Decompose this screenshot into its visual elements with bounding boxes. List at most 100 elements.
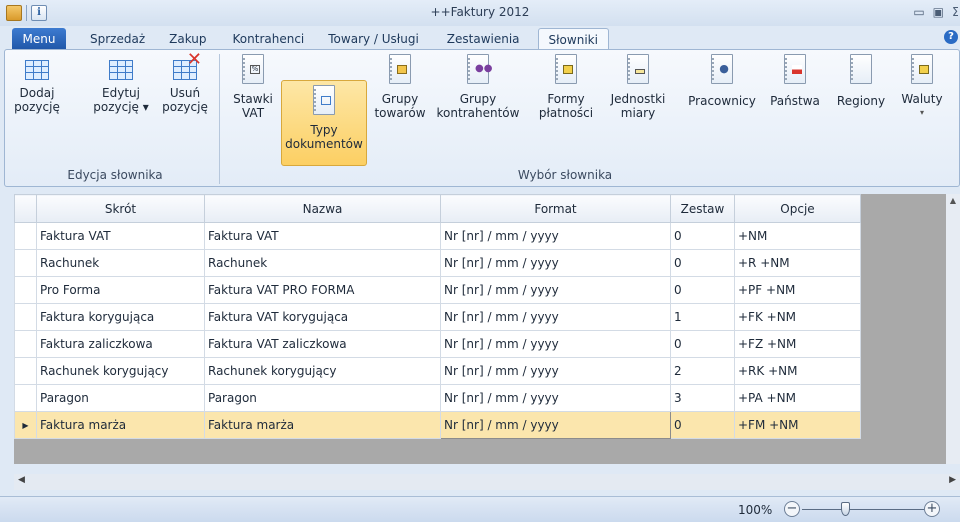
cell-zestaw[interactable]: 0	[670, 222, 735, 250]
tab-zestawienia[interactable]: Zestawienia	[437, 28, 530, 50]
cell-format[interactable]: Nr [nr] / mm / yyyy	[440, 276, 671, 304]
cell-zestaw[interactable]: 0	[670, 249, 735, 277]
cell-nazwa[interactable]: Faktura marża	[204, 411, 441, 439]
cell-opcje[interactable]: +FZ +NM	[734, 330, 861, 358]
menu-button[interactable]: Menu	[12, 28, 66, 50]
row-indicator[interactable]	[14, 384, 37, 412]
cell-format-current[interactable]: Nr [nr] / mm / yyyy	[440, 411, 671, 439]
currencies-dropdown-icon[interactable]: ▾	[897, 106, 947, 120]
cell-zestaw[interactable]: 2	[670, 357, 735, 385]
column-header-nazwa[interactable]: Nazwa	[204, 194, 441, 223]
table-row[interactable]: Faktura zaliczkowa Faktura VAT zaliczkow…	[14, 330, 861, 358]
cell-skrot[interactable]: Paragon	[36, 384, 205, 412]
cell-format[interactable]: Nr [nr] / mm / yyyy	[440, 357, 671, 385]
currencies-button[interactable]: Waluty ▾	[897, 54, 947, 120]
restore-icon[interactable]: ▣	[933, 5, 944, 19]
cell-format[interactable]: Nr [nr] / mm / yyyy	[440, 303, 671, 331]
product-groups-button[interactable]: Grupy towarów	[371, 54, 429, 120]
tab-sprzedaz[interactable]: Sprzedaż	[80, 28, 155, 50]
cell-zestaw[interactable]: 3	[670, 384, 735, 412]
column-header-format[interactable]: Format	[440, 194, 671, 223]
cell-skrot[interactable]: Rachunek korygujący	[36, 357, 205, 385]
vat-rates-button[interactable]: % Stawki VAT	[227, 54, 279, 120]
choose-group-label: Wybór słownika	[517, 168, 613, 182]
cell-nazwa[interactable]: Rachunek	[204, 249, 441, 277]
vertical-scrollbar[interactable]: ▲	[946, 194, 960, 464]
cell-zestaw[interactable]: 1	[670, 303, 735, 331]
cell-skrot[interactable]: Faktura VAT	[36, 222, 205, 250]
row-indicator[interactable]	[14, 330, 37, 358]
help-icon[interactable]: ?	[944, 30, 958, 44]
employees-icon: ●	[711, 54, 733, 84]
regions-button[interactable]: Regiony	[835, 54, 887, 108]
column-header-zestaw[interactable]: Zestaw	[670, 194, 735, 223]
cell-format[interactable]: Nr [nr] / mm / yyyy	[440, 384, 671, 412]
column-header-opcje[interactable]: Opcje	[734, 194, 861, 223]
table-row[interactable]: Rachunek Rachunek Nr [nr] / mm / yyyy 0 …	[14, 249, 861, 277]
cell-nazwa[interactable]: Faktura VAT korygująca	[204, 303, 441, 331]
employees-button[interactable]: ● Pracownicy	[685, 54, 759, 108]
cell-skrot[interactable]: Faktura zaliczkowa	[36, 330, 205, 358]
ribbon-tabs: Menu Sprzedaż Zakup Kontrahenci Towary /…	[0, 26, 960, 50]
cell-opcje[interactable]: +NM	[734, 222, 861, 250]
tab-slowniki[interactable]: Słowniki	[537, 28, 609, 50]
cell-nazwa[interactable]: Paragon	[204, 384, 441, 412]
row-indicator[interactable]	[14, 222, 37, 250]
table-row[interactable]: Faktura korygująca Faktura VAT korygując…	[14, 303, 861, 331]
cell-nazwa[interactable]: Faktura VAT PRO FORMA	[204, 276, 441, 304]
cell-nazwa[interactable]: Rachunek korygujący	[204, 357, 441, 385]
add-item-button[interactable]: Dodaj pozycję	[11, 54, 63, 114]
cell-zestaw[interactable]: 0	[670, 411, 735, 439]
delete-item-button[interactable]: ✕ Usuń pozycję	[159, 51, 211, 115]
cell-format[interactable]: Nr [nr] / mm / yyyy	[440, 249, 671, 277]
zoom-slider-thumb[interactable]	[841, 502, 850, 516]
cell-format[interactable]: Nr [nr] / mm / yyyy	[440, 330, 671, 358]
scroll-right-icon[interactable]: ▶	[949, 475, 956, 485]
units-button[interactable]: Jednostki miary	[605, 54, 671, 120]
contractor-groups-button[interactable]: ●● Grupy kontrahentów	[435, 54, 521, 120]
table-row[interactable]: Rachunek korygujący Rachunek korygujący …	[14, 357, 861, 385]
zoom-out-button[interactable]: −	[784, 501, 800, 517]
document-types-label-1: Typy	[310, 123, 338, 137]
row-indicator[interactable]	[14, 249, 37, 277]
cell-skrot[interactable]: Faktura korygująca	[36, 303, 205, 331]
tab-zakup[interactable]: Zakup	[159, 28, 216, 50]
cell-opcje[interactable]: +PA +NM	[734, 384, 861, 412]
cell-skrot[interactable]: Rachunek	[36, 249, 205, 277]
scroll-up-icon[interactable]: ▲	[946, 194, 960, 208]
table-row[interactable]: Pro Forma Faktura VAT PRO FORMA Nr [nr] …	[14, 276, 861, 304]
cell-nazwa[interactable]: Faktura VAT	[204, 222, 441, 250]
cell-zestaw[interactable]: 0	[670, 276, 735, 304]
scroll-left-icon[interactable]: ◀	[18, 475, 25, 485]
row-indicator[interactable]	[14, 303, 37, 331]
row-indicator[interactable]	[14, 357, 37, 385]
cell-opcje[interactable]: +PF +NM	[734, 276, 861, 304]
tab-kontrahenci[interactable]: Kontrahenci	[223, 28, 315, 50]
cell-opcje[interactable]: +R +NM	[734, 249, 861, 277]
row-indicator[interactable]	[14, 276, 37, 304]
horizontal-scrollbar[interactable]: ◀ ▶	[14, 474, 960, 490]
delete-item-label-1: Usuń	[169, 86, 201, 100]
document-types-button[interactable]: Typy dokumentów	[281, 80, 367, 166]
cell-zestaw[interactable]: 0	[670, 330, 735, 358]
close-icon[interactable]: Σ	[952, 5, 958, 19]
zoom-in-button[interactable]: +	[924, 501, 940, 517]
cell-skrot[interactable]: Faktura marża	[36, 411, 205, 439]
cell-nazwa[interactable]: Faktura VAT zaliczkowa	[204, 330, 441, 358]
edit-item-button[interactable]: Edytuj pozycję ▾	[91, 54, 151, 114]
cell-opcje[interactable]: +FM +NM	[734, 411, 861, 439]
tab-towary-uslugi[interactable]: Towary / Usługi	[318, 28, 429, 50]
cell-opcje[interactable]: +RK +NM	[734, 357, 861, 385]
table-row-selected[interactable]: ▶ Faktura marża Faktura marża Nr [nr] / …	[14, 411, 861, 439]
cell-format[interactable]: Nr [nr] / mm / yyyy	[440, 222, 671, 250]
column-header-skrot[interactable]: Skrót	[36, 194, 205, 223]
cell-skrot[interactable]: Pro Forma	[36, 276, 205, 304]
table-row[interactable]: Paragon Paragon Nr [nr] / mm / yyyy 3 +P…	[14, 384, 861, 412]
table-row[interactable]: Faktura VAT Faktura VAT Nr [nr] / mm / y…	[14, 222, 861, 250]
minimize-icon[interactable]: ▭	[913, 5, 924, 19]
countries-button[interactable]: Państwa	[767, 54, 823, 108]
payment-forms-button[interactable]: Formy płatności	[535, 54, 597, 120]
zoom-slider-track[interactable]	[802, 509, 924, 510]
countries-icon	[784, 54, 806, 84]
cell-opcje[interactable]: +FK +NM	[734, 303, 861, 331]
